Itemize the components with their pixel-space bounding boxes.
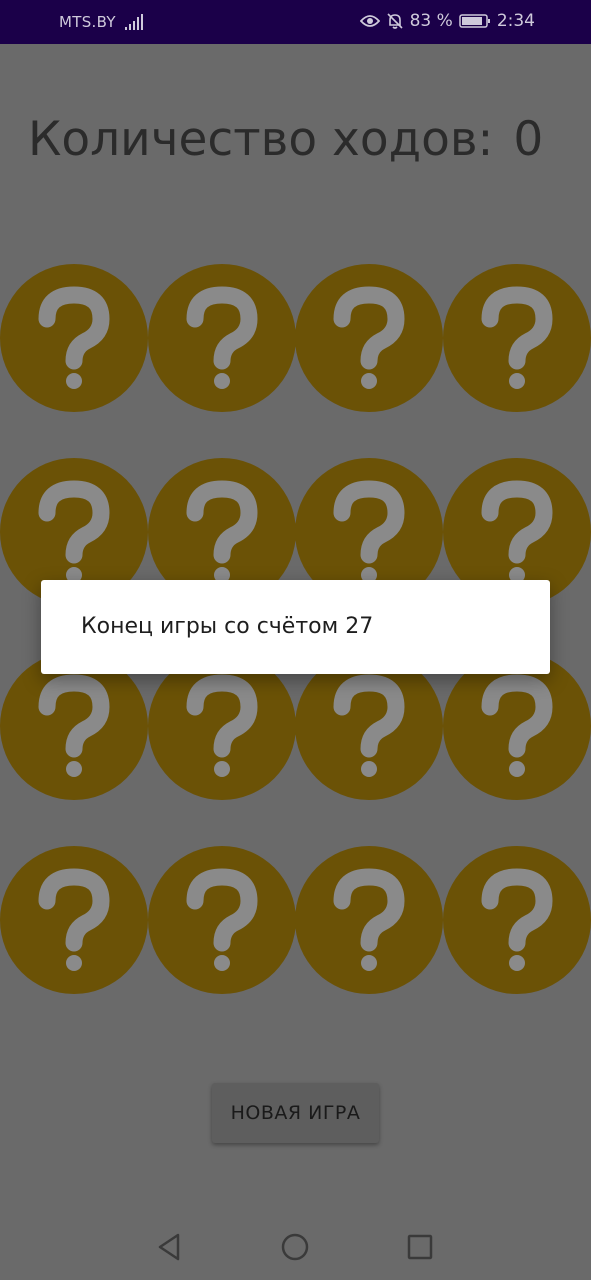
memory-card[interactable]: [0, 264, 148, 412]
question-mark-icon: [481, 286, 552, 389]
app-screen: MTS.BY 83 % 2:34 Количество ходов: 0 Кон…: [0, 0, 591, 1280]
moves-counter: Количество ходов: 0: [28, 112, 543, 167]
question-mark-icon: [333, 674, 405, 777]
eye-icon: [359, 15, 380, 27]
memory-card[interactable]: [442, 264, 591, 412]
memory-card[interactable]: [295, 264, 443, 412]
question-mark-icon: [186, 674, 257, 777]
question-mark-icon: [38, 286, 110, 389]
notifications-off-icon: [387, 13, 403, 29]
memory-card[interactable]: [442, 846, 591, 994]
memory-card[interactable]: [147, 846, 296, 994]
battery-icon: [459, 14, 490, 28]
memory-card[interactable]: [295, 652, 443, 800]
question-mark-icon: [186, 286, 257, 389]
signal-icon: [125, 14, 143, 30]
game-over-dialog: Конец игры со счётом 27: [41, 580, 550, 674]
moves-label: Количество ходов:: [28, 112, 494, 167]
question-mark-icon: [186, 868, 257, 971]
question-mark-icon: [481, 868, 552, 971]
back-icon[interactable]: [153, 1230, 187, 1264]
memory-card[interactable]: [0, 846, 148, 994]
home-icon[interactable]: [278, 1230, 312, 1264]
recents-icon[interactable]: [403, 1230, 437, 1264]
memory-card[interactable]: [147, 264, 296, 412]
memory-card[interactable]: [0, 652, 148, 800]
clock-time: 2:34: [496, 11, 535, 31]
question-mark-icon: [38, 674, 110, 777]
memory-card[interactable]: [442, 652, 591, 800]
memory-card[interactable]: [295, 846, 443, 994]
navigation-bar: [0, 1210, 591, 1280]
question-mark-icon: [481, 674, 552, 777]
question-mark-icon: [333, 286, 405, 389]
question-mark-icon: [333, 868, 405, 971]
status-bar: MTS.BY 83 % 2:34: [0, 0, 591, 44]
new-game-button[interactable]: НОВАЯ ИГРА: [212, 1083, 379, 1143]
moves-value: 0: [513, 112, 544, 167]
battery-percent: 83 %: [409, 11, 453, 31]
carrier-name: MTS.BY: [59, 13, 116, 31]
question-mark-icon: [38, 868, 110, 971]
memory-card[interactable]: [147, 652, 296, 800]
status-icons: 83 % 2:34: [359, 11, 535, 31]
dialog-message: Конец игры со счётом 27: [81, 614, 374, 639]
